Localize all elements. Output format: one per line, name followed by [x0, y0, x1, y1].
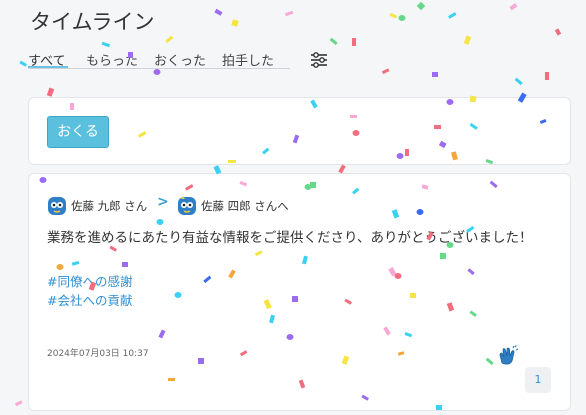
timeline-tabs: すべて もらった おくった 拍手した — [28, 46, 290, 69]
clap-count[interactable]: 1 — [525, 367, 551, 393]
active-tab-indicator — [28, 66, 68, 68]
clapping-hands-icon[interactable] — [497, 345, 519, 367]
tab-sent[interactable]: おくった — [154, 50, 206, 69]
recipient-avatar[interactable] — [177, 196, 197, 216]
tab-received[interactable]: もらった — [86, 50, 138, 69]
page-title: タイムライン — [30, 10, 155, 34]
timeline-post: 佐藤 九郎 さん > 佐藤 四郎 さんへ 業務を進めるにあたり有益な情報をご提供… — [28, 173, 571, 411]
hashtag-link[interactable]: #会社への貢献 — [47, 290, 132, 309]
recipient-name[interactable]: 佐藤 四郎 さんへ — [201, 198, 289, 214]
arrow-icon: > — [157, 194, 169, 210]
hashtag-link[interactable]: #同僚への感謝 — [47, 271, 132, 290]
sliders-icon — [311, 52, 327, 68]
sender-avatar[interactable] — [47, 196, 67, 216]
send-button[interactable]: おくる — [47, 116, 109, 148]
post-timestamp: 2024年07月03日 10:37 — [47, 349, 149, 359]
sender-name[interactable]: 佐藤 九郎 さん — [71, 198, 147, 214]
send-card: おくる — [28, 97, 571, 165]
post-message: 業務を進めるにあたり有益な情報をご提供くださり、ありがとうございました！ — [47, 230, 533, 246]
filter-button[interactable] — [310, 52, 328, 68]
tab-applauded[interactable]: 拍手した — [222, 50, 274, 69]
